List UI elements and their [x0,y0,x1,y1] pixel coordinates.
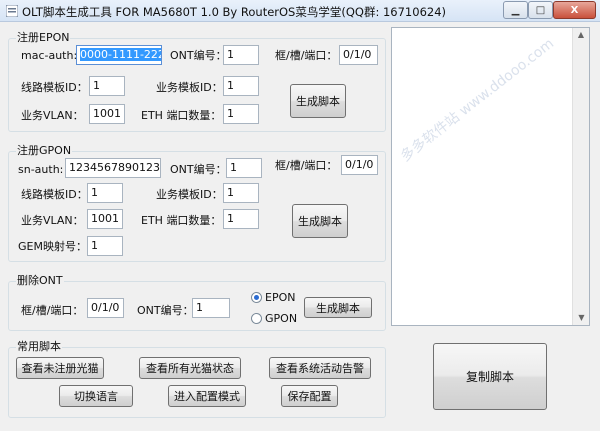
gpon-sn-label: sn-auth: [18,163,64,176]
epon-vlan-label: 业务VLAN： [21,109,84,122]
gpon-ont-label: ONT编号： [170,163,227,176]
minimize-button[interactable]: ▁ [503,1,528,19]
gpon-line-input[interactable]: 1 [87,183,123,203]
vertical-scrollbar[interactable]: ▲ ▼ [572,28,589,325]
gpon-ont-input[interactable]: 1 [226,158,262,178]
delete-generate-button[interactable]: 生成脚本 [304,297,372,318]
close-button[interactable]: X [553,1,596,19]
switch-language-button[interactable]: 切换语言 [59,385,133,407]
epon-frame-label: 框/槽/端口： [275,49,338,62]
epon-mac-input[interactable]: 0000-1111-2222 [76,45,162,65]
epon-radio-label[interactable]: EPON [265,291,295,305]
view-all-status-button[interactable]: 查看所有光猫状态 [139,357,241,379]
epon-service-label: 业务模板ID： [156,81,223,94]
app-icon [6,5,18,17]
gpon-sn-input[interactable]: 12345678901234 [65,158,161,178]
epon-frame-input[interactable]: 0/1/0 [339,45,378,65]
gpon-eth-label: ETH 端口数量： [141,214,222,227]
epon-mac-label: mac-auth: [21,49,78,62]
epon-eth-label: ETH 端口数量： [141,109,222,122]
epon-line-label: 线路模板ID： [21,81,88,94]
epon-service-input[interactable]: 1 [223,76,259,96]
scroll-down-icon[interactable]: ▼ [573,311,590,325]
gpon-frame-input[interactable]: 0/1/0 [341,155,378,175]
radio-selected-dot [254,295,259,300]
gpon-vlan-input[interactable]: 1001 [87,209,123,229]
common-legend: 常用脚本 [16,340,62,353]
epon-ont-label: ONT编号： [170,49,227,62]
epon-ont-input[interactable]: 1 [223,45,259,65]
gpon-gem-input[interactable]: 1 [87,236,123,256]
view-unregistered-button[interactable]: 查看未注册光猫 [16,357,104,379]
minimize-icon: ▁ [511,4,520,16]
delete-legend: 删除ONT [16,274,64,287]
delete-ont-label: ONT编号： [137,304,194,317]
epon-generate-button[interactable]: 生成脚本 [290,84,346,118]
gpon-service-input[interactable]: 1 [223,183,259,203]
view-alarms-button[interactable]: 查看系统活动告警 [269,357,371,379]
gpon-frame-label: 框/槽/端口： [275,159,338,172]
maximize-icon: □ [535,4,546,16]
config-mode-button[interactable]: 进入配置模式 [168,385,246,407]
title-bar: OLT脚本生成工具 FOR MA5680T 1.0 By RouterOS菜鸟学… [0,0,600,22]
scroll-up-icon[interactable]: ▲ [573,28,589,42]
gpon-eth-input[interactable]: 1 [223,209,259,229]
copy-script-button[interactable]: 复制脚本 [433,343,547,410]
epon-eth-input[interactable]: 1 [223,104,259,124]
delete-frame-label: 框/槽/端口： [21,304,84,317]
close-icon: X [570,4,579,16]
epon-radio[interactable] [251,292,262,303]
save-config-button[interactable]: 保存配置 [281,385,338,407]
gpon-legend: 注册GPON [16,144,73,157]
delete-ont-input[interactable]: 1 [192,298,230,318]
maximize-button[interactable]: □ [528,1,553,19]
epon-legend: 注册EPON [16,31,71,44]
gpon-service-label: 业务模板ID： [156,188,223,201]
gpon-radio-label[interactable]: GPON [265,312,297,326]
gpon-line-label: 线路模板ID： [21,188,88,201]
delete-frame-input[interactable]: 0/1/0 [87,298,124,318]
script-output-textarea[interactable]: ▲ ▼ [391,27,590,326]
epon-vlan-input[interactable]: 1001 [89,104,125,124]
gpon-generate-button[interactable]: 生成脚本 [292,204,348,238]
gpon-gem-label: GEM映射号： [18,240,87,253]
epon-line-input[interactable]: 1 [89,76,125,96]
gpon-vlan-label: 业务VLAN： [21,214,84,227]
window-title: OLT脚本生成工具 FOR MA5680T 1.0 By RouterOS菜鸟学… [22,5,446,19]
gpon-radio[interactable] [251,313,262,324]
